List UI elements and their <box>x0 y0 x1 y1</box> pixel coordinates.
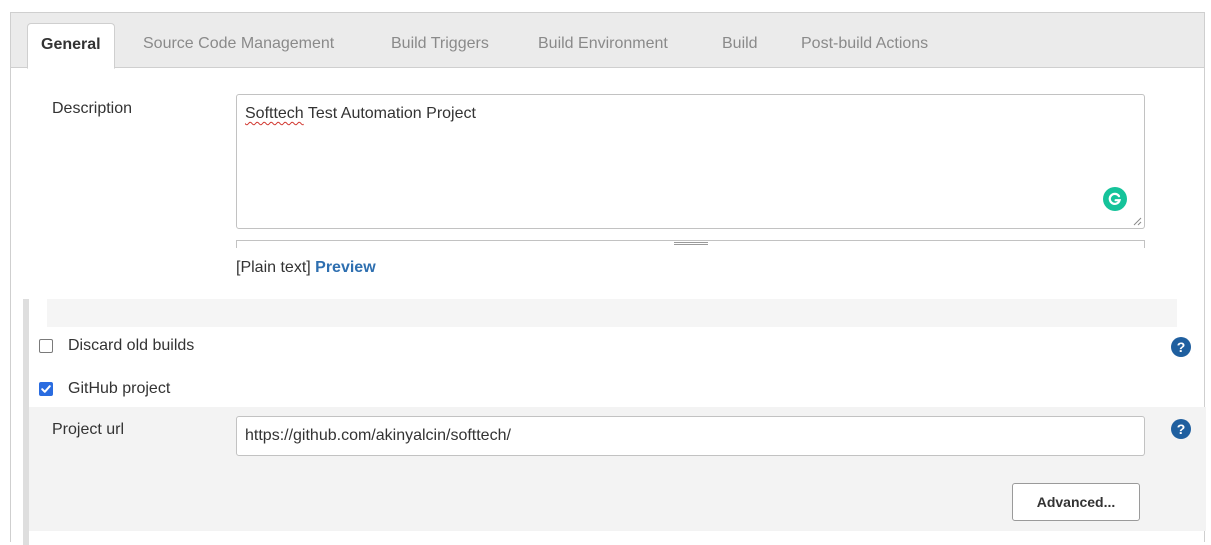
tab-post-build-actions[interactable]: Post-build Actions <box>801 35 928 53</box>
description-textarea[interactable]: Softtech Test Automation Project <box>236 94 1145 229</box>
github-project-checkbox[interactable] <box>39 382 53 396</box>
drag-handle-icon[interactable] <box>674 242 708 245</box>
description-misspelled-word: Softtech <box>245 105 304 122</box>
github-project-label: GitHub project <box>68 380 171 397</box>
description-label: Description <box>52 100 133 117</box>
advanced-button[interactable]: Advanced... <box>1012 483 1140 521</box>
discard-old-builds-checkbox[interactable] <box>39 339 53 353</box>
help-icon[interactable]: ? <box>1171 337 1191 357</box>
tab-build[interactable]: Build <box>722 35 758 53</box>
project-url-input[interactable] <box>236 416 1145 456</box>
tab-build-triggers[interactable]: Build Triggers <box>391 35 489 53</box>
job-config-panel: General Source Code Management Build Tri… <box>10 12 1206 545</box>
checkmark-icon <box>41 385 51 393</box>
project-url-help-icon[interactable]: ? <box>1171 419 1191 439</box>
description-resize-bar[interactable] <box>236 240 1145 248</box>
resize-grip-icon[interactable] <box>1132 216 1142 226</box>
grammarly-icon[interactable] <box>1103 187 1127 211</box>
tab-general[interactable]: General <box>27 23 115 69</box>
tab-build-environment[interactable]: Build Environment <box>538 35 668 53</box>
section-spacer <box>47 299 1177 327</box>
preview-link[interactable]: Preview <box>315 259 375 276</box>
description-format-row: [Plain text] Preview <box>236 259 376 277</box>
description-text: Test Automation Project <box>303 105 476 122</box>
project-url-label: Project url <box>52 421 125 438</box>
format-label: [Plain text] <box>236 259 311 276</box>
config-tab-bar: General Source Code Management Build Tri… <box>11 13 1204 69</box>
discard-old-builds-label: Discard old builds <box>68 337 195 354</box>
tab-source-code-management[interactable]: Source Code Management <box>143 35 334 53</box>
